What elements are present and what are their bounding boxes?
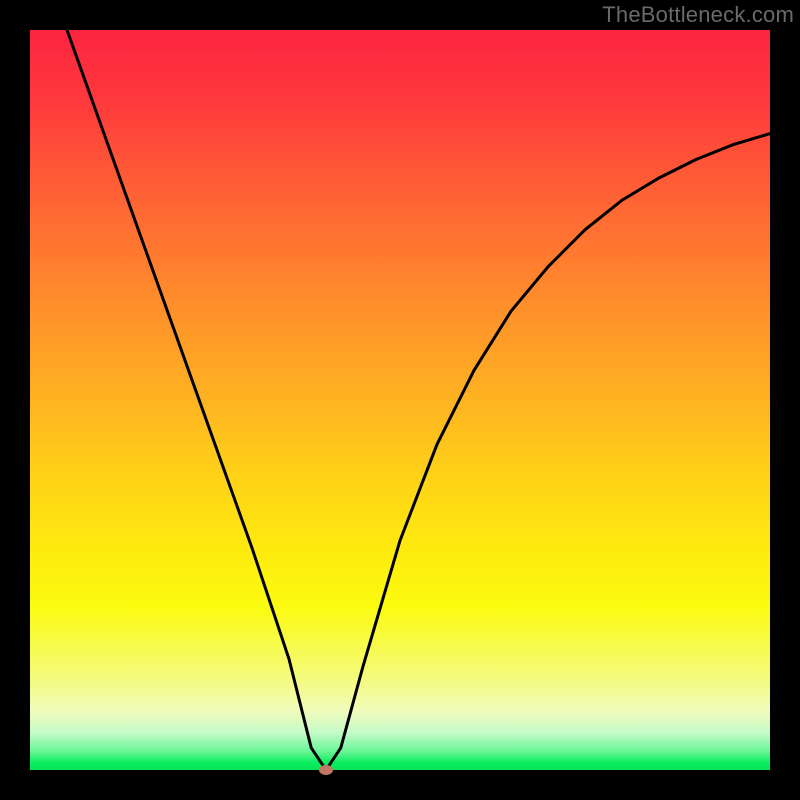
- curve-svg: [30, 30, 770, 770]
- chart-frame: TheBottleneck.com: [0, 0, 800, 800]
- plot-area: [30, 30, 770, 770]
- bottleneck-marker: [319, 765, 333, 775]
- bottleneck-curve: [67, 30, 770, 770]
- attribution-text: TheBottleneck.com: [602, 2, 794, 28]
